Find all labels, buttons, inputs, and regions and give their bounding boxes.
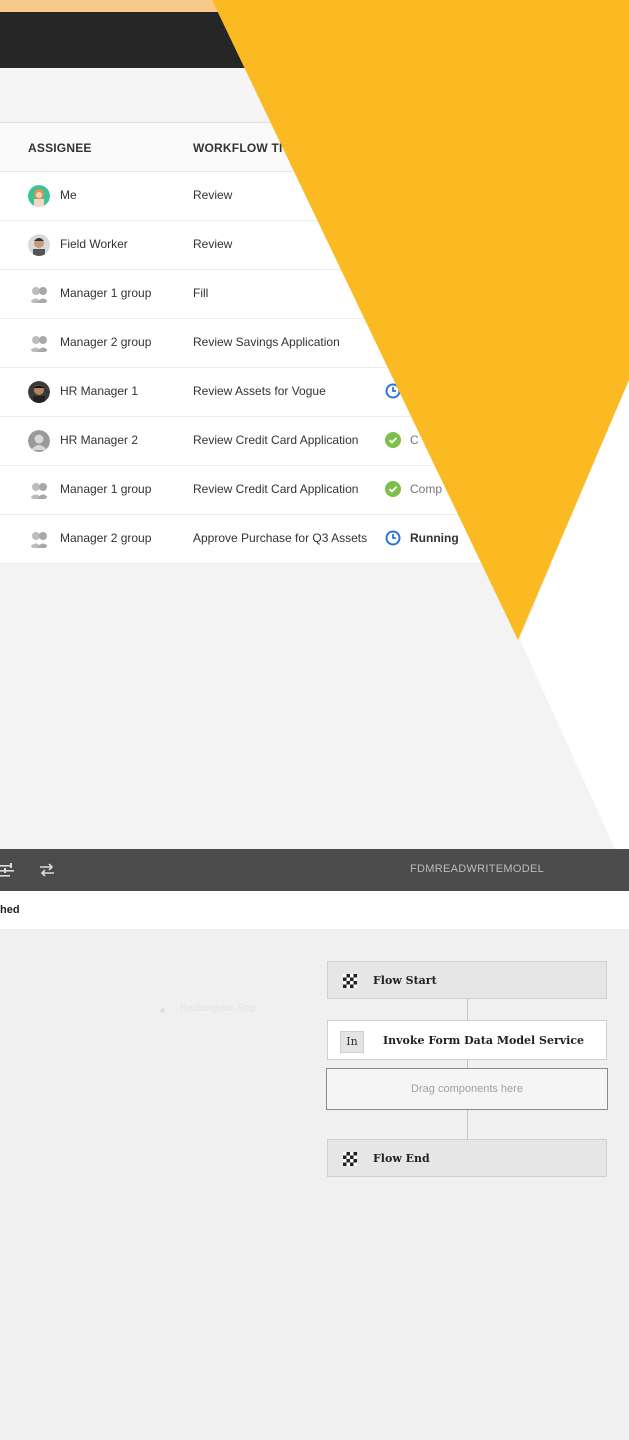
assignee-name: Manager 1 group (60, 482, 152, 496)
settings-sliders-icon[interactable] (0, 862, 16, 883)
assignee-name: Manager 2 group (60, 335, 152, 349)
man-photo-avatar (28, 381, 50, 403)
table-row[interactable]: HR Manager 2 Review Credit Card Applicat… (0, 417, 629, 466)
table-row[interactable]: Manager 2 group Approve Purchase for Q3 … (0, 515, 629, 564)
assignee-name: Manager 1 group (60, 286, 152, 300)
workflow-title: Review Credit Card Application (193, 433, 359, 447)
clock-icon (385, 530, 401, 546)
group-icon (28, 479, 50, 501)
flow-start-node[interactable]: Flow Start (327, 961, 607, 999)
drop-zone[interactable]: Drag components here (326, 1068, 608, 1110)
assignee-name: Manager 2 group (60, 531, 152, 545)
default-user-avatar (28, 430, 50, 452)
inbox-table: ASSIGNEE WORKFLOW TIT Me Review Field Wo… (0, 123, 629, 564)
flow-connector (467, 999, 468, 1020)
assignee-name: HR Manager 1 (60, 384, 139, 398)
column-header-workflow-title[interactable]: WORKFLOW TIT (193, 141, 290, 155)
assignee-name: Me (60, 188, 77, 202)
status-label: Running (410, 531, 459, 545)
node-label: Flow End (373, 1152, 430, 1165)
workflow-title: Review (193, 237, 233, 251)
assignee-name: HR Manager 2 (60, 433, 139, 447)
check-circle-icon (385, 432, 401, 448)
ghost-label: Rectangular Snip (180, 1003, 257, 1014)
clock-icon (385, 383, 401, 399)
assignee-name: Field Worker (60, 237, 128, 251)
invoke-badge: In (340, 1031, 364, 1053)
flow-connector (467, 1110, 468, 1139)
inbox-panel: Inbox ASSIGNEE WORKFLOW TIT Me Review Fi… (0, 68, 629, 850)
inbox-header: Inbox (0, 68, 629, 123)
editor-subbar: hed (0, 891, 629, 930)
top-accent-strip (0, 0, 629, 12)
app-topbar (0, 12, 629, 68)
table-row[interactable]: HR Manager 1 Review Assets for Vogue (0, 368, 629, 417)
model-name: FDMREADWRITEMODEL (410, 863, 545, 875)
group-icon (28, 528, 50, 550)
ghost-dot (160, 1008, 165, 1013)
flow-end-node[interactable]: Flow End (327, 1139, 607, 1177)
flow-canvas[interactable]: Rectangular Snip Flow Start In Invoke Fo… (0, 929, 629, 1440)
check-circle-icon (385, 481, 401, 497)
workflow-title: Review Credit Card Application (193, 482, 359, 496)
node-label: Invoke Form Data Model Service (383, 1034, 585, 1047)
table-row[interactable]: Me Review (0, 172, 629, 221)
subbar-label: hed (0, 904, 20, 916)
table-row[interactable]: Field Worker Review (0, 221, 629, 270)
editor-toolbar: FDMREADWRITEMODEL (0, 849, 629, 891)
status-label: Comp (410, 482, 443, 496)
flow-connector (467, 1060, 468, 1068)
checkered-flag-icon (343, 974, 357, 993)
node-label: Flow Start (373, 974, 437, 987)
invoke-fdm-service-node[interactable]: In Invoke Form Data Model Service (327, 1020, 607, 1060)
group-icon (28, 283, 50, 305)
swap-arrows-icon[interactable] (38, 862, 56, 883)
workflow-title: Review Savings Application (193, 335, 340, 349)
table-row[interactable]: Manager 2 group Review Savings Applicati… (0, 319, 629, 368)
checkered-flag-icon (343, 1152, 357, 1171)
table-row[interactable]: Manager 1 group Review Credit Card Appli… (0, 466, 629, 515)
drop-zone-label: Drag components here (411, 1083, 523, 1095)
table-row[interactable]: Manager 1 group Fill (0, 270, 629, 319)
workflow-title: Fill (193, 286, 209, 300)
man-photo-avatar (28, 234, 50, 256)
workflow-title: Approve Purchase for Q3 Assets (193, 531, 368, 545)
workflow-title: Review Assets for Vogue (193, 384, 326, 398)
orange-person-avatar (28, 185, 50, 207)
page-title: Inbox (293, 84, 336, 101)
group-icon (28, 332, 50, 354)
table-header: ASSIGNEE WORKFLOW TIT (0, 123, 629, 172)
status-label: C (410, 433, 419, 447)
workflow-title: Review (193, 188, 233, 202)
column-header-assignee[interactable]: ASSIGNEE (28, 141, 92, 155)
